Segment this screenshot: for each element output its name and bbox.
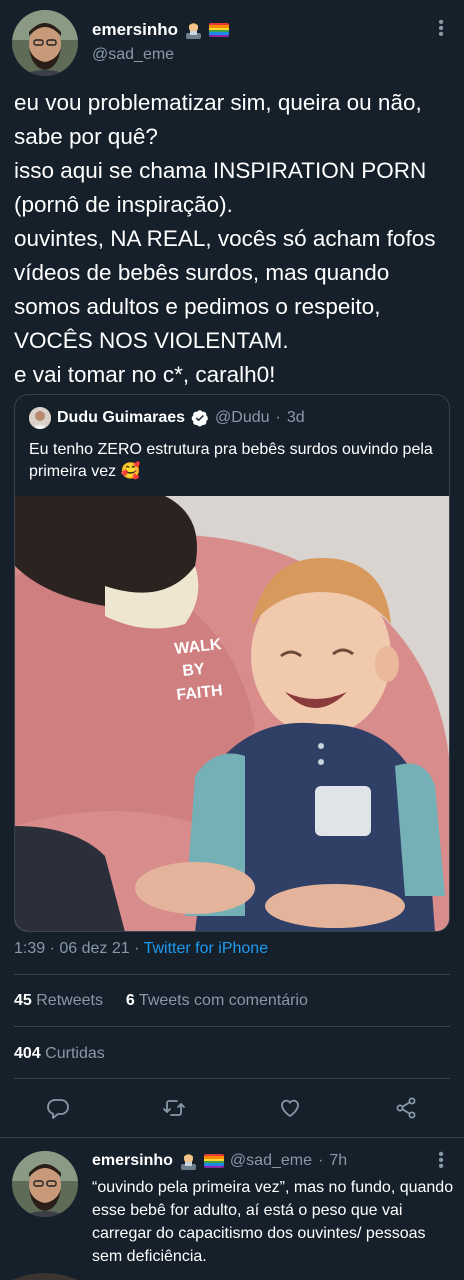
action-bar: [0, 1092, 464, 1124]
thread-divider: [0, 1137, 464, 1138]
more-options-icon[interactable]: • • •: [438, 15, 444, 43]
reply-author-avatar[interactable]: [12, 1151, 78, 1217]
tweet-text: eu vou problematizar sim, queira ou não,…: [14, 90, 436, 387]
like-button[interactable]: [274, 1092, 306, 1124]
like-icon: [281, 1099, 299, 1117]
man-technologist-emoji-icon: [180, 1153, 196, 1170]
man-technologist-emoji-icon: [185, 22, 201, 39]
quoted-display-name: Dudu Guimaraes: [57, 409, 186, 426]
retweets-label[interactable]: Retweets: [36, 992, 103, 1009]
retweets-count[interactable]: 45: [14, 992, 32, 1009]
reply-icon: [47, 1099, 69, 1119]
verified-badge-icon: [191, 410, 208, 427]
quoted-tweet[interactable]: Dudu Guimaraes @Dudu · 3d Eu tenho ZERO …: [14, 394, 450, 932]
author-handle[interactable]: @sad_eme: [92, 46, 229, 64]
tweet-time: 1:39: [14, 940, 46, 957]
retweet-button[interactable]: [158, 1092, 190, 1124]
reply-header: emersinho @sad_eme · 7h: [92, 1152, 347, 1170]
quote-tweets-count[interactable]: 6: [126, 992, 135, 1009]
rainbow-flag-emoji-icon: [208, 23, 229, 37]
reply-text: “ouvindo pela primeira vez”, mas no fund…: [92, 1179, 454, 1265]
reply-display-name[interactable]: emersinho: [92, 1152, 173, 1170]
shirt-text-by: BY: [182, 661, 206, 680]
meta-separator: ·: [317, 1152, 324, 1169]
quoted-time: 3d: [286, 409, 305, 426]
author-header: emersinho @sad_eme: [92, 20, 229, 64]
reply-button[interactable]: [42, 1092, 74, 1124]
share-icon: [396, 1097, 416, 1119]
divider: [14, 1026, 450, 1027]
quoted-media-image[interactable]: WALK BY FAITH: [15, 496, 449, 931]
share-button[interactable]: [390, 1092, 422, 1124]
meta-separator: ·: [275, 409, 281, 426]
quoted-author-avatar: [29, 407, 51, 429]
reply-handle[interactable]: @sad_eme: [230, 1152, 312, 1170]
engagement-stats: 45 Retweets 6 Tweets com comentário: [14, 992, 308, 1010]
tweet-source-link[interactable]: Twitter for iPhone: [144, 940, 269, 957]
quoted-text: Eu tenho ZERO estrutura pra bebês surdos…: [29, 441, 433, 480]
divider: [14, 1078, 450, 1079]
likes-stats: 404 Curtidas: [14, 1045, 105, 1063]
divider: [14, 974, 450, 975]
quoted-handle: @Dudu: [215, 409, 270, 426]
retweet-icon: [163, 1100, 185, 1116]
rainbow-flag-emoji-icon: [203, 1154, 224, 1168]
next-avatar-peek: [12, 1272, 78, 1280]
reply-time: 7h: [329, 1152, 348, 1169]
author-display-name[interactable]: emersinho: [92, 20, 178, 40]
quote-tweets-label[interactable]: Tweets com comentário: [139, 992, 308, 1009]
tweet-date: 06 dez 21: [59, 940, 130, 957]
author-avatar[interactable]: [12, 10, 78, 76]
tweet-timestamp: 1:39 · 06 dez 21 · Twitter for iPhone: [14, 940, 269, 957]
reply-more-options-icon[interactable]: • • •: [438, 1147, 444, 1175]
likes-count[interactable]: 404: [14, 1045, 41, 1062]
likes-label[interactable]: Curtidas: [45, 1045, 105, 1062]
